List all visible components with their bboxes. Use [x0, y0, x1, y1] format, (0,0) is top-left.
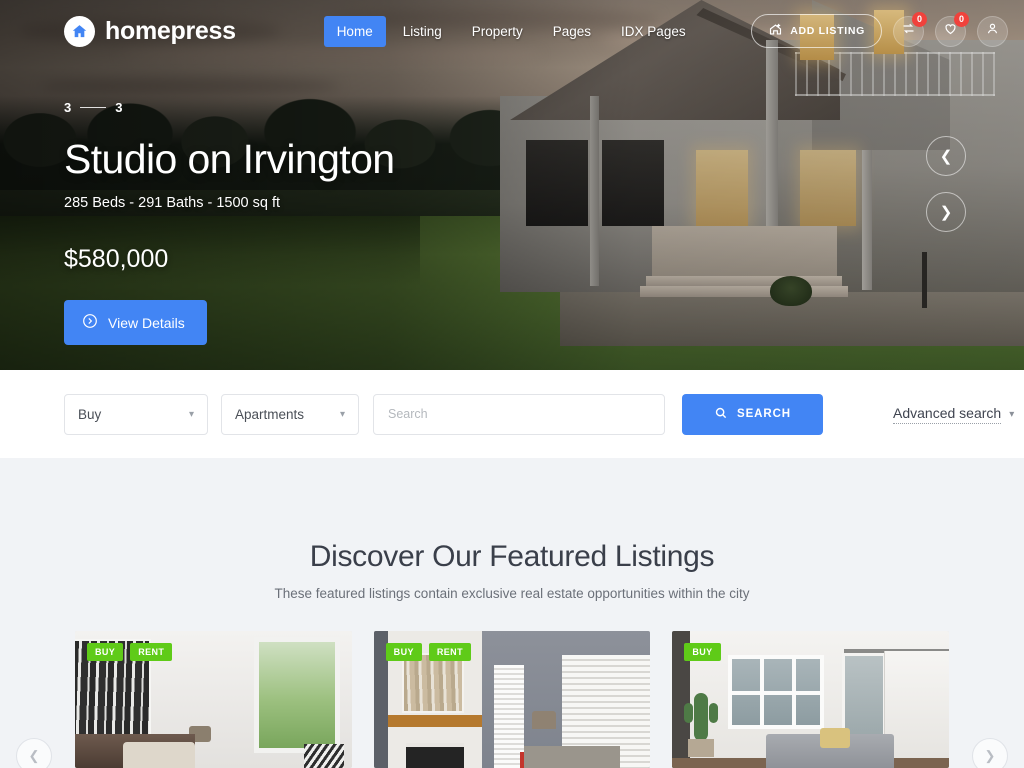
chevron-down-icon: ▾	[1009, 408, 1015, 420]
plant-pot	[688, 739, 715, 757]
favorites-badge: 0	[954, 11, 969, 27]
search-button-label: SEARCH	[737, 408, 791, 420]
view-details-label: View Details	[108, 314, 185, 331]
chevron-right-icon: ❯	[984, 748, 996, 763]
add-listing-label: ADD LISTING	[790, 25, 865, 37]
compare-badge: 0	[912, 11, 927, 27]
cactus-plant	[684, 693, 719, 741]
property-type-value: Apartments	[235, 406, 305, 422]
favorites-button[interactable]: 0	[935, 11, 969, 47]
chevron-left-icon: ❮	[939, 148, 953, 165]
logo-text: homepress	[105, 16, 236, 45]
chevron-down-icon: ▾	[188, 408, 194, 420]
search-icon	[714, 406, 728, 423]
nav-item-idx-pages[interactable]: IDX Pages	[608, 16, 699, 47]
pillow	[303, 744, 344, 768]
home-plus-icon	[768, 22, 783, 40]
listing-card[interactable]: BUY RENT	[373, 631, 651, 768]
featured-next-button[interactable]: ❯	[972, 738, 1008, 768]
compare-button[interactable]: 0	[893, 11, 927, 47]
window	[253, 637, 340, 753]
barn-door	[884, 651, 950, 768]
featured-prev-button[interactable]: ❮	[16, 738, 52, 768]
cushion	[123, 742, 195, 768]
user-icon	[985, 21, 1000, 41]
badge-buy[interactable]: BUY	[87, 643, 124, 661]
featured-title: Discover Our Featured Listings	[309, 540, 715, 573]
search-bar: Buy ▾ Apartments ▾ SEARCH Advanced searc…	[0, 370, 1024, 458]
badge-rent[interactable]: RENT	[428, 643, 471, 661]
search-input[interactable]	[373, 393, 665, 435]
nav-item-pages[interactable]: Pages	[540, 16, 604, 47]
pillow	[820, 728, 851, 748]
add-listing-button[interactable]: ADD LISTING	[751, 14, 882, 48]
chevron-down-icon: ▾	[339, 408, 345, 420]
badge-rent[interactable]: RENT	[130, 643, 173, 661]
listing-card[interactable]: BUY	[672, 631, 950, 768]
hero-carousel-nav: ❮ ❯	[926, 136, 966, 248]
property-type-select[interactable]: Apartments ▾	[221, 393, 359, 435]
advanced-search-label: Advanced search	[893, 405, 1002, 424]
hero-section: homepress Home Listing Property Pages ID…	[0, 0, 1024, 370]
search-button[interactable]: SEARCH	[682, 393, 823, 435]
lamp	[531, 711, 556, 729]
hero-price: $580,000	[64, 245, 169, 274]
badge-buy[interactable]: BUY	[684, 643, 721, 661]
listing-badges: BUY RENT	[87, 643, 173, 661]
advanced-search-toggle[interactable]: Advanced search ▾	[893, 405, 1014, 424]
purpose-value: Buy	[78, 406, 102, 422]
main-nav: Home Listing Property Pages IDX Pages	[323, 15, 699, 47]
slide-divider	[80, 107, 107, 108]
hero-content: 3 3 Studio on Irvington 285 Beds - 291 B…	[64, 100, 395, 346]
site-header: homepress Home Listing Property Pages ID…	[0, 0, 1024, 62]
mantle	[387, 715, 482, 727]
view-details-button[interactable]: View Details	[64, 300, 207, 346]
listing-badges: BUY RENT	[385, 643, 471, 661]
account-button[interactable]	[977, 15, 1008, 47]
listing-badges: BUY	[684, 643, 721, 661]
nav-item-property[interactable]: Property	[459, 16, 536, 47]
header-actions: ADD LISTING 0 0	[751, 11, 1008, 48]
featured-cards: BUY RENT BUY RENT BUY	[0, 631, 1024, 768]
slide-counter: 3 3	[64, 100, 395, 115]
logo[interactable]: homepress	[64, 15, 236, 47]
hero-next-button[interactable]: ❯	[926, 192, 966, 232]
slide-current: 3	[64, 100, 72, 115]
slide-total: 3	[115, 100, 123, 115]
hero-title: Studio on Irvington	[64, 136, 395, 182]
sofa	[523, 746, 620, 768]
nav-item-listing[interactable]: Listing	[390, 16, 455, 47]
hero-meta: 285 Beds - 291 Baths - 1500 sq ft	[64, 195, 281, 212]
chevron-left-icon: ❮	[28, 748, 40, 763]
fireplace	[405, 743, 464, 768]
badge-buy[interactable]: BUY	[385, 643, 422, 661]
purpose-select[interactable]: Buy ▾	[64, 393, 208, 435]
page-root: homepress Home Listing Property Pages ID…	[0, 0, 1024, 768]
home-icon	[64, 15, 95, 47]
hero-prev-button[interactable]: ❮	[926, 136, 966, 176]
window-mullion	[728, 691, 825, 695]
featured-listings-section: Discover Our Featured Listings These fea…	[0, 458, 1024, 768]
nav-item-home[interactable]: Home	[323, 15, 386, 47]
chevron-right-icon: ❯	[939, 204, 953, 221]
featured-subtitle: These featured listings contain exclusiv…	[274, 586, 750, 601]
listing-card[interactable]: BUY RENT	[75, 631, 352, 768]
arrow-circle-right-icon	[81, 312, 99, 333]
wall-art	[401, 653, 464, 713]
